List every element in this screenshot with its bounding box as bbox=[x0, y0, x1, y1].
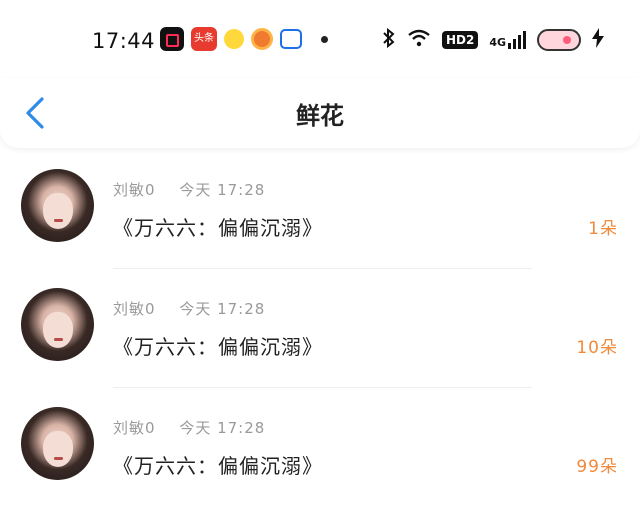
status-time: 17:44 bbox=[92, 29, 156, 53]
pizza-app-icon bbox=[251, 28, 273, 50]
charging-icon bbox=[592, 28, 604, 52]
status-bar: 17:44 头条 HD2 4G bbox=[0, 0, 640, 78]
shopping-bag-app-icon bbox=[280, 29, 302, 49]
sent-time: 今天 17:28 bbox=[179, 181, 266, 199]
book-title: 《万六六：偏偏沉溺》 bbox=[113, 335, 323, 359]
sender-name: 刘敏0 bbox=[113, 419, 156, 437]
flower-count: 10朵 bbox=[576, 338, 618, 358]
flower-list: 刘敏0 今天 17:28 《万六六：偏偏沉溺》 1朵 刘敏0 今天 17:28 … bbox=[0, 150, 640, 507]
flower-count: 1朵 bbox=[588, 219, 618, 239]
sender-name: 刘敏0 bbox=[113, 300, 156, 318]
toutiao-app-icon: 头条 bbox=[191, 27, 217, 51]
network-type-label: 4G bbox=[489, 36, 506, 49]
navigation-bar: 鲜花 bbox=[0, 78, 640, 148]
item-meta: 刘敏0 今天 17:28 bbox=[113, 417, 265, 438]
wifi-icon bbox=[407, 29, 431, 51]
item-meta: 刘敏0 今天 17:28 bbox=[113, 298, 265, 319]
book-title: 《万六六：偏偏沉溺》 bbox=[113, 454, 323, 478]
sent-time: 今天 17:28 bbox=[179, 300, 266, 318]
notification-icons: 头条 bbox=[160, 27, 328, 51]
item-meta: 刘敏0 今天 17:28 bbox=[113, 179, 265, 200]
bluetooth-icon bbox=[382, 27, 396, 52]
list-item[interactable]: 刘敏0 今天 17:28 《万六六：偏偏沉溺》 1朵 bbox=[0, 150, 640, 269]
system-icons: HD2 4G bbox=[382, 27, 604, 52]
page-title: 鲜花 bbox=[296, 102, 344, 130]
video-app-icon bbox=[160, 27, 184, 51]
avatar[interactable] bbox=[21, 169, 94, 242]
emoji-app-icon bbox=[224, 29, 244, 49]
avatar[interactable] bbox=[21, 288, 94, 361]
sender-name: 刘敏0 bbox=[113, 181, 156, 199]
avatar[interactable] bbox=[21, 407, 94, 480]
hd-icon: HD2 bbox=[441, 31, 479, 49]
signal-4g-icon: 4G bbox=[489, 31, 526, 49]
list-item[interactable]: 刘敏0 今天 17:28 《万六六：偏偏沉溺》 10朵 bbox=[0, 269, 640, 388]
battery-icon bbox=[537, 29, 581, 51]
list-item[interactable]: 刘敏0 今天 17:28 《万六六：偏偏沉溺》 99朵 bbox=[0, 388, 640, 507]
sent-time: 今天 17:28 bbox=[179, 419, 266, 437]
book-title: 《万六六：偏偏沉溺》 bbox=[113, 216, 323, 240]
more-notifications-dot bbox=[321, 35, 328, 43]
flower-count: 99朵 bbox=[576, 457, 618, 477]
